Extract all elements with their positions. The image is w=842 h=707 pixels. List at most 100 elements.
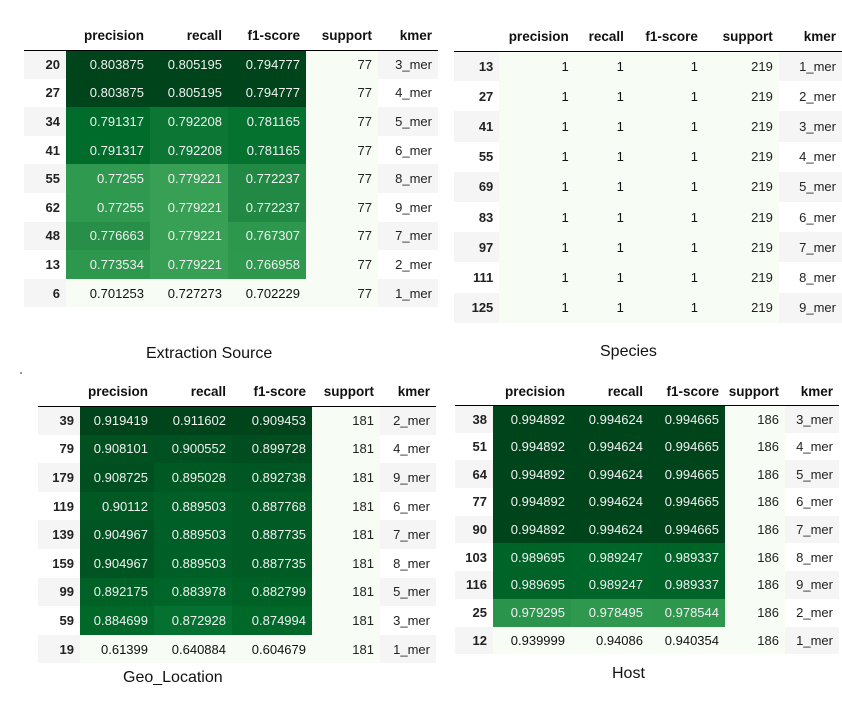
kmer-cell: 1_mer [378, 278, 438, 308]
support-cell: 181 [312, 463, 380, 492]
column-header-f1-score: f1-score [228, 22, 306, 51]
support-cell: 186 [725, 543, 785, 572]
table-row: 64 0.994892 0.994624 0.994665 186 5_mer [455, 460, 839, 489]
row-index: 19 [38, 634, 80, 664]
precision-cell: 0.90112 [80, 491, 154, 521]
kmer-cell: 9_mer [778, 292, 842, 323]
recall-cell: 0.883978 [154, 577, 232, 607]
precision-cell: 0.989695 [493, 571, 571, 599]
row-index: 41 [454, 111, 500, 142]
row-index: 159 [52, 555, 74, 571]
support-cell: 219 [703, 51, 779, 82]
f1-cell: 0.874994 [232, 606, 312, 635]
row-index: 25 [472, 605, 487, 621]
support-cell: 77 [306, 50, 378, 79]
table-row: 90 0.994892 0.994624 0.994665 186 7_mer [455, 515, 839, 544]
f1-cell: 0.702229 [228, 278, 306, 308]
support-cell: 219 [703, 141, 779, 172]
f1-cell: 0.887735 [232, 520, 312, 549]
f1-cell: 0.887768 [232, 491, 312, 521]
f1-cell: 1 [629, 262, 704, 293]
precision-cell: 0.939999 [493, 626, 571, 655]
f1-cell: 0.994665 [649, 405, 725, 433]
kmer-cell: 3_mer [393, 612, 430, 628]
row-index: 12 [455, 626, 493, 655]
precision-cell: 0.994892 [493, 515, 571, 544]
precision-cell: 0.791317 [66, 135, 150, 165]
kmer-cell: 3_mer [378, 50, 438, 79]
column-header-kmer: kmer [378, 22, 438, 51]
kmer-cell: 4_mer [395, 85, 432, 101]
f1-cell: 0.978544 [649, 598, 725, 627]
column-header-support: support [312, 378, 380, 407]
table-row: 69 1 1 1 219 5_mer [454, 171, 842, 202]
support-cell: 186 [725, 598, 785, 627]
f1-cell: 0.909453 [232, 406, 312, 435]
kmer-cell: 1_mer [785, 626, 839, 655]
recall-cell: 0.911602 [154, 406, 232, 435]
table-row: 103 0.989695 0.989247 0.989337 186 8_mer [455, 543, 839, 572]
row-index: 39 [38, 406, 80, 435]
table-row: 83 1 1 1 219 6_mer [454, 201, 842, 233]
table-row: 25 0.979295 0.978495 0.978544 186 2_mer [455, 598, 839, 627]
precision-cell: 0.77255 [66, 164, 150, 193]
kmer-cell: 5_mer [380, 577, 436, 607]
kmer-cell: 5_mer [785, 460, 839, 489]
table-row: 77 0.994892 0.994624 0.994665 186 6_mer [455, 488, 839, 516]
recall-cell: 0.805195 [150, 78, 228, 108]
support-cell: 77 [306, 107, 378, 136]
table-row: 59 0.884699 0.872928 0.874994 181 3_mer [38, 606, 436, 635]
host-panel: precision recall f1-score support kmer 38 0.99… [455, 378, 839, 655]
column-header-recall: recall [574, 22, 630, 52]
precision-cell: 1 [499, 262, 575, 293]
column-header-kmer: kmer [785, 378, 839, 406]
table-row: 62 0.77255 0.779221 0.772237 77 9_mer [24, 192, 438, 222]
recall-cell: 0.994624 [571, 432, 649, 461]
table-row: 27 1 1 1 219 2_mer [454, 81, 842, 112]
species-panel: precision recall f1-score support kmer 13 1 1 1 2… [454, 22, 842, 323]
kmer-cell: 5_mer [778, 171, 842, 202]
f1-cell: 0.794777 [228, 78, 306, 108]
f1-cell: 0.989337 [649, 571, 725, 599]
f1-cell: 0.940354 [649, 626, 725, 655]
row-index: 13 [45, 256, 60, 272]
extraction-source-table: precision recall f1-score support kmer 20 0.80… [24, 22, 438, 308]
support-cell: 186 [725, 515, 785, 544]
support-cell: 181 [312, 406, 380, 435]
precision-cell: 1 [499, 81, 575, 112]
precision-cell: 0.884699 [80, 606, 154, 635]
f1-cell: 1 [629, 81, 704, 112]
table-row: 125 1 1 1 219 9_mer [454, 292, 842, 323]
column-header-kmer: kmer [380, 378, 436, 407]
precision-cell: 1 [499, 232, 575, 263]
support-cell: 219 [703, 232, 779, 263]
row-index: 55 [478, 149, 494, 165]
precision-cell: 0.904967 [80, 548, 154, 578]
support-cell: 186 [725, 488, 785, 516]
table-row: 139 0.904967 0.889503 0.887735 181 7_mer [38, 520, 436, 549]
recall-cell: 0.994624 [571, 460, 649, 489]
f1-cell: 0.781165 [228, 107, 306, 136]
table-row: 6 0.701253 0.727273 0.702229 77 1_mer [24, 278, 438, 308]
kmer-cell: 1_mer [380, 634, 436, 664]
row-index: 64 [455, 460, 493, 489]
f1-cell: 1 [629, 232, 704, 263]
recall-cell: 0.994624 [571, 515, 649, 544]
extraction-source-panel: precision recall f1-score support kmer 20 0.80… [24, 22, 438, 308]
kmer-cell: 8_mer [796, 549, 833, 565]
kmer-cell: 7_mer [778, 232, 842, 263]
kmer-cell: 9_mer [380, 463, 436, 492]
recall-cell: 0.889503 [154, 491, 232, 521]
precision-cell: 1 [499, 201, 575, 233]
support-cell: 186 [725, 460, 785, 489]
row-index: 20 [24, 50, 66, 79]
support-cell: 77 [306, 221, 378, 251]
table-row: 116 0.989695 0.989247 0.989337 186 9_mer [455, 571, 839, 599]
host-table: precision recall f1-score support kmer 38 0.99… [455, 378, 839, 655]
f1-cell: 1 [629, 111, 704, 142]
f1-cell: 1 [629, 201, 704, 233]
precision-cell: 0.904967 [80, 520, 154, 549]
precision-cell: 0.908725 [80, 463, 154, 492]
kmer-cell: 4_mer [393, 441, 430, 457]
f1-cell: 0.994665 [649, 515, 725, 544]
